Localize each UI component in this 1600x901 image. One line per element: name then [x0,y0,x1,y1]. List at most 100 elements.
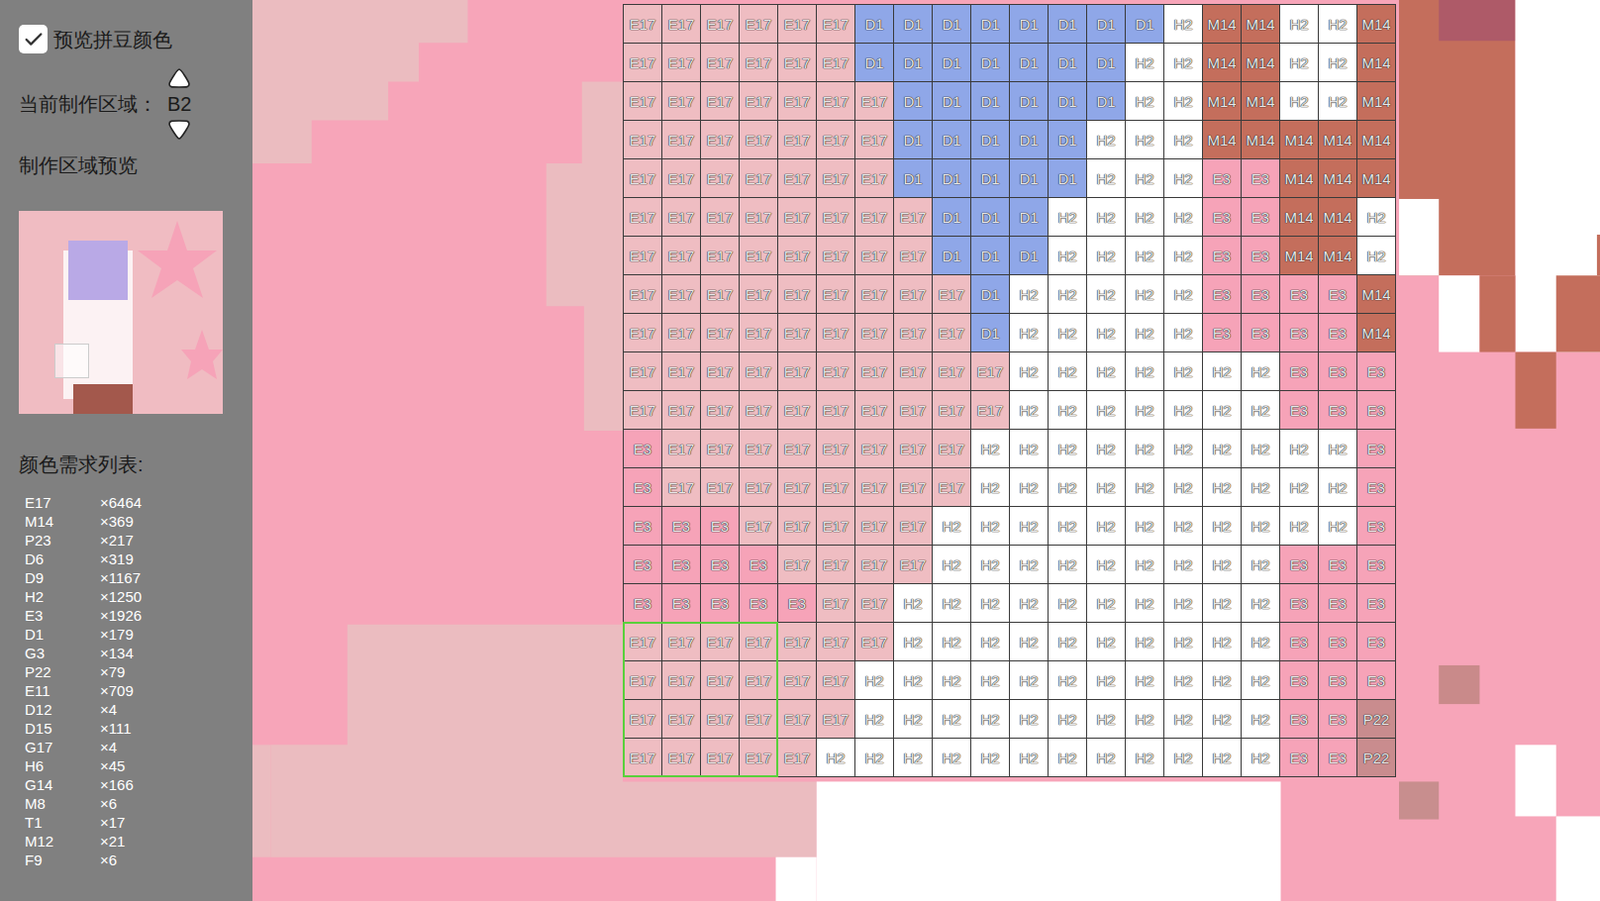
bead-cell[interactable]: E17 [778,43,817,83]
bead-cell[interactable]: H2 [1048,352,1088,392]
bead-cell[interactable]: H2 [1202,545,1242,585]
bead-cell[interactable]: D1 [932,82,972,121]
bead-cell[interactable]: E17 [700,4,740,44]
bead-cell[interactable]: E17 [662,159,701,199]
bead-cell[interactable]: H2 [1280,429,1319,469]
bead-cell[interactable]: H2 [1125,198,1165,237]
bead-cell[interactable]: E17 [739,159,779,199]
bead-cell[interactable]: E17 [855,313,895,353]
bead-cell[interactable]: E17 [739,506,779,546]
bead-cell[interactable]: H2 [1087,391,1126,430]
bead-cell[interactable]: E17 [739,622,779,662]
bead-cell[interactable]: D1 [971,4,1010,44]
bead-cell[interactable]: E17 [816,506,856,546]
bead-cell[interactable]: H2 [971,661,1010,700]
bead-cell[interactable]: E17 [855,391,895,430]
bead-cell[interactable]: D1 [855,43,895,83]
bead-cell[interactable]: H2 [1087,468,1126,507]
bead-cell[interactable]: E17 [816,313,856,353]
bead-cell[interactable]: E17 [778,82,817,121]
bead-cell[interactable]: E3 [623,429,663,469]
bead-cell[interactable]: E17 [662,313,701,353]
bead-cell[interactable]: E3 [1241,159,1281,199]
bead-cell[interactable]: E17 [739,236,779,276]
bead-cell[interactable]: H2 [1087,120,1126,160]
bead-cell[interactable]: E3 [1318,661,1358,700]
preview-checkbox[interactable] [18,24,48,54]
bead-cell[interactable]: E17 [662,275,701,314]
bead-cell[interactable]: E3 [623,468,663,507]
bead-cell[interactable]: H2 [1087,622,1126,662]
bead-cell[interactable]: E3 [1280,700,1319,739]
bead-cell[interactable]: E17 [855,236,895,276]
bead-cell[interactable]: E17 [778,506,817,546]
bead-cell[interactable]: H2 [1164,506,1203,546]
bead-cell[interactable]: E17 [932,429,972,469]
bead-cell[interactable]: E3 [700,506,740,546]
bead-cell[interactable]: H2 [1164,468,1203,507]
bead-cell[interactable]: D1 [971,198,1010,237]
bead-cell[interactable]: E17 [623,159,663,199]
bead-cell[interactable]: H2 [1318,82,1358,121]
bead-cell[interactable]: E17 [816,198,856,237]
bead-cell[interactable]: H2 [1202,429,1242,469]
bead-cell[interactable]: E3 [662,506,701,546]
bead-cell[interactable]: H2 [1087,275,1126,314]
bead-cell[interactable]: E17 [855,120,895,160]
bead-cell[interactable]: E3 [1280,622,1319,662]
bead-cell[interactable]: H2 [1125,313,1165,353]
bead-cell[interactable]: H2 [1318,468,1358,507]
bead-cell[interactable]: M14 [1318,159,1358,199]
bead-cell[interactable]: E17 [932,468,972,507]
bead-cell[interactable]: E17 [662,198,701,237]
bead-cell[interactable]: H2 [1164,661,1203,700]
bead-cell[interactable]: E3 [1318,622,1358,662]
bead-cell[interactable]: E17 [700,313,740,353]
bead-cell[interactable]: E17 [894,198,933,237]
bead-cell[interactable]: E17 [816,236,856,276]
bead-cell[interactable]: E17 [700,468,740,507]
bead-cell[interactable]: D1 [932,120,972,160]
bead-cell[interactable]: E17 [778,429,817,469]
bead-cell[interactable]: M14 [1357,313,1397,353]
bead-cell[interactable]: H2 [1009,429,1049,469]
bead-grid[interactable]: E17E17E17E17E17E17D1D1D1D1D1D1D1D1H2M14M… [622,3,1397,778]
bead-cell[interactable]: D1 [932,198,972,237]
bead-cell[interactable]: E17 [816,391,856,430]
bead-cell[interactable]: H2 [1125,352,1165,392]
bead-cell[interactable]: H2 [1087,738,1126,778]
bead-cell[interactable]: E3 [1280,661,1319,700]
bead-cell[interactable]: E3 [1318,352,1358,392]
preview-toggle[interactable]: 预览拼豆颜色 [18,24,253,54]
bead-cell[interactable]: H2 [1009,661,1049,700]
bead-cell[interactable]: D1 [1048,120,1088,160]
bead-cell[interactable]: E17 [623,275,663,314]
bead-cell[interactable]: H2 [1164,275,1203,314]
bead-cell[interactable]: H2 [1009,313,1049,353]
bead-cell[interactable]: E17 [739,120,779,160]
bead-cell[interactable]: E3 [1241,275,1281,314]
bead-cell[interactable]: H2 [1280,468,1319,507]
bead-cell[interactable]: E3 [1318,584,1358,623]
bead-cell[interactable]: D1 [855,4,895,44]
bead-cell[interactable]: H2 [1202,622,1242,662]
bead-cell[interactable]: D1 [894,4,933,44]
bead-cell[interactable]: D1 [1048,82,1088,121]
bead-cell[interactable]: E17 [816,275,856,314]
bead-cell[interactable]: M14 [1241,4,1281,44]
bead-cell[interactable]: P22 [1357,700,1397,739]
bead-cell[interactable]: D1 [894,120,933,160]
bead-cell[interactable]: H2 [1318,429,1358,469]
bead-cell[interactable]: H2 [1048,661,1088,700]
bead-cell[interactable]: H2 [1009,468,1049,507]
bead-cell[interactable]: H2 [1241,584,1281,623]
bead-cell[interactable]: E17 [932,313,972,353]
bead-cell[interactable]: E17 [778,468,817,507]
bead-cell[interactable]: M14 [1241,120,1281,160]
bead-cell[interactable]: E17 [662,4,701,44]
bead-cell[interactable]: H2 [1009,584,1049,623]
bead-cell[interactable]: E17 [932,352,972,392]
bead-cell[interactable]: E17 [971,391,1010,430]
bead-cell[interactable]: H2 [1009,275,1049,314]
bead-cell[interactable]: H2 [1241,545,1281,585]
